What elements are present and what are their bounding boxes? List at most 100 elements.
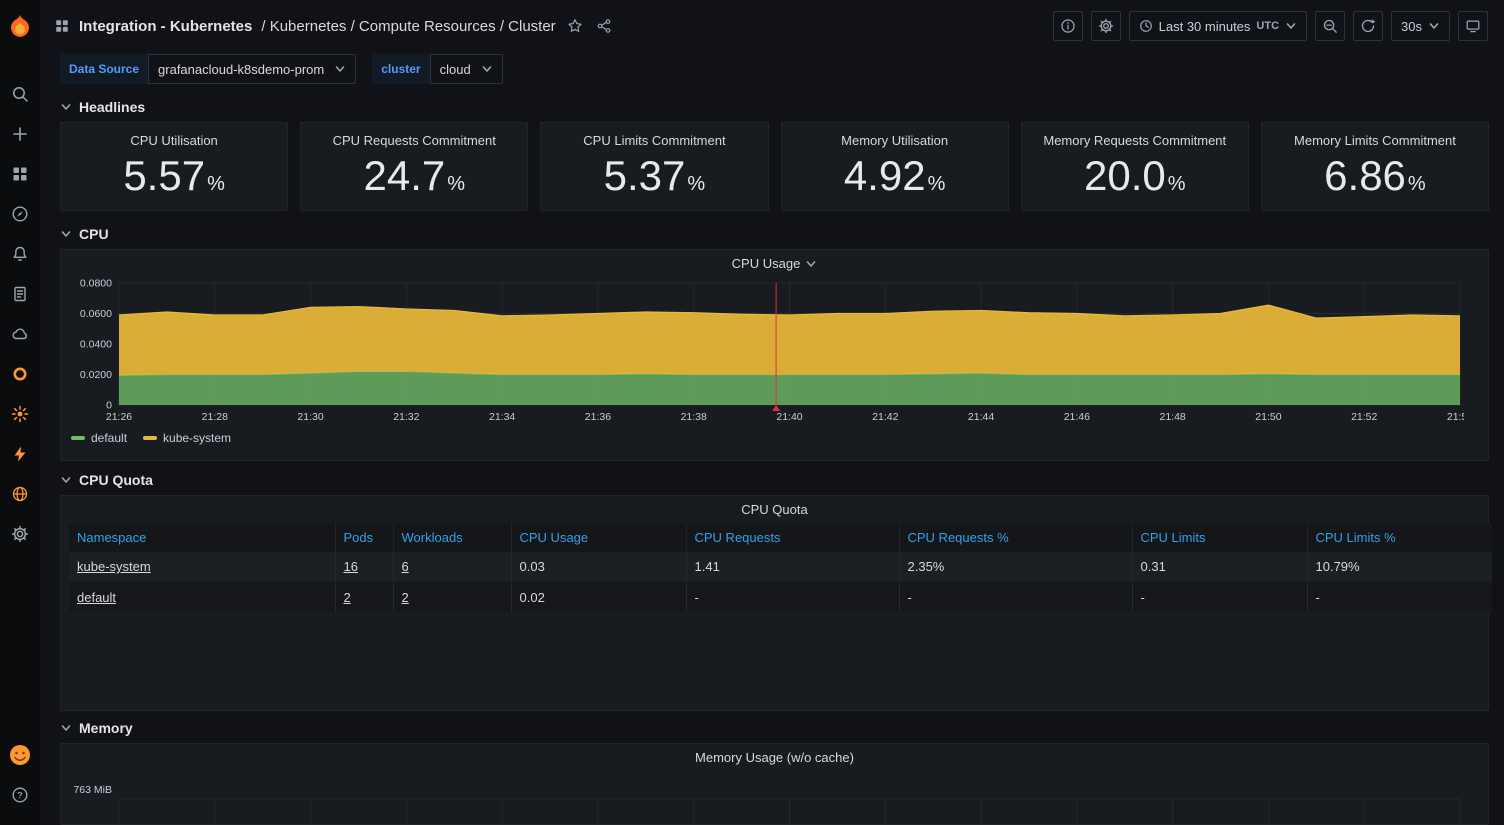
datasource-picker[interactable]: grafanacloud-k8sdemo-prom [148,54,356,84]
sidebar-item-alerting[interactable] [0,234,40,274]
star-icon [567,18,583,34]
time-range-label: Last 30 minutes [1159,19,1251,34]
globe-icon [11,485,29,503]
sidebar-item-help[interactable]: ? [0,775,40,815]
cpu-usage-panel: CPU Usage 00.02000.04000.06000.080021:26… [60,249,1489,461]
panel-title-cpu-quota[interactable]: CPU Quota [69,496,1480,523]
legend-item[interactable]: kube-system [143,431,231,445]
share-dashboard-button[interactable] [594,16,614,36]
svg-text:763 MiB: 763 MiB [73,784,112,796]
stat-unit: % [207,174,225,195]
table-cell: 0.03 [511,552,686,582]
legend-item[interactable]: default [71,431,127,445]
sidebar-item-integration-ring[interactable] [0,354,40,394]
ring-icon [11,365,29,383]
sidebar-item-docs[interactable] [0,274,40,314]
plus-icon [11,125,29,143]
column-header[interactable]: Namespace [69,523,335,552]
stat-panel-title[interactable]: Memory Limits Commitment [1262,127,1488,154]
stat-panel: Memory Requests Commitment20.0% [1021,122,1249,211]
refresh-button[interactable] [1353,11,1383,41]
sidebar-item-dashboards[interactable] [0,154,40,194]
cpu-usage-chart[interactable]: 00.02000.04000.06000.080021:2621:2821:30… [61,277,1488,430]
chevron-down-icon [334,63,346,75]
svg-text:0.0200: 0.0200 [80,369,112,381]
column-header[interactable]: Workloads [393,523,511,552]
cycle-view-mode-button[interactable] [1458,11,1488,41]
cell-link[interactable]: default [77,590,116,605]
sun-icon [11,405,29,423]
column-header[interactable]: CPU Usage [511,523,686,552]
table-cell: - [686,582,899,613]
stat-panel-title[interactable]: CPU Limits Commitment [541,127,767,154]
svg-text:21:32: 21:32 [393,411,419,423]
zoom-out-icon [1322,18,1338,34]
zoom-out-time-button[interactable] [1315,11,1345,41]
sidebar-item-create[interactable] [0,114,40,154]
cluster-label: cluster [372,54,429,84]
cloud-icon [11,325,29,343]
table-cell: 6 [393,552,511,582]
svg-text:21:40: 21:40 [776,411,802,423]
section-headlines[interactable]: Headlines [60,92,1489,122]
section-memory[interactable]: Memory [60,713,1489,743]
stat-panel: CPU Requests Commitment24.7% [300,122,528,211]
sidebar-item-configuration[interactable] [0,514,40,554]
chevron-down-icon [60,101,72,113]
search-icon [11,85,29,103]
cell-link[interactable]: 6 [402,559,409,574]
legend-label: kube-system [163,431,231,445]
column-header[interactable]: CPU Limits % [1307,523,1492,552]
cpu-usage-chart-svg[interactable]: 00.02000.04000.06000.080021:2621:2821:30… [69,277,1464,425]
panel-title-memory[interactable]: Memory Usage (w/o cache) [61,744,1488,771]
stat-value: 6.86% [1324,154,1426,198]
panel-title-cpu-usage[interactable]: CPU Usage [61,250,1488,277]
refresh-interval-picker[interactable]: 30s [1391,11,1450,41]
column-header[interactable]: CPU Requests [686,523,899,552]
gear-icon [1098,18,1114,34]
section-title: CPU [79,226,109,242]
cell-link[interactable]: kube-system [77,559,151,574]
section-cpu-quota[interactable]: CPU Quota [60,465,1489,495]
svg-text:21:34: 21:34 [489,411,515,423]
sidebar-item-integration-bolt[interactable] [0,434,40,474]
refresh-icon [1360,18,1376,34]
grafana-logo-icon [7,13,33,39]
column-header[interactable]: Pods [335,523,393,552]
star-dashboard-button[interactable] [565,16,585,36]
legend-label: default [91,431,127,445]
sidebar-item-cloud[interactable] [0,314,40,354]
memory-chart-svg[interactable]: 763 MiB [69,771,1464,825]
stat-panel-title[interactable]: Memory Utilisation [782,127,1008,154]
sidebar-item-grafana-logo[interactable] [0,6,40,46]
cell-link[interactable]: 16 [344,559,358,574]
stats-row: CPU Utilisation5.57%CPU Requests Commitm… [60,122,1489,211]
cell-link[interactable]: 2 [402,590,409,605]
sidebar-item-integration-sun[interactable] [0,394,40,434]
column-header[interactable]: CPU Requests % [899,523,1132,552]
chevron-down-icon [60,722,72,734]
time-range-picker[interactable]: Last 30 minutes UTC [1129,11,1307,41]
sidebar-item-search[interactable] [0,74,40,114]
refresh-interval-label: 30s [1401,19,1422,34]
sidebar-item-integration-globe[interactable] [0,474,40,514]
doc-icon [11,285,29,303]
table-cell: default [69,582,335,613]
cluster-picker[interactable]: cloud [430,54,503,84]
sidebar-item-profile[interactable] [0,735,40,775]
stat-panel: Memory Limits Commitment6.86% [1261,122,1489,211]
dashboard-settings-button[interactable] [1091,11,1121,41]
sidebar-item-explore[interactable] [0,194,40,234]
memory-chart[interactable]: 763 MiB [61,771,1488,825]
stat-panel-title[interactable]: CPU Requests Commitment [301,127,527,154]
stat-panel-title[interactable]: Memory Requests Commitment [1022,127,1248,154]
cell-link[interactable]: 2 [344,590,351,605]
table-cell: - [1307,582,1492,613]
table-cell: kube-system [69,552,335,582]
dashboard-insights-button[interactable] [1053,11,1083,41]
breadcrumb-folder: Integration - Kubernetes [79,18,252,35]
section-cpu[interactable]: CPU [60,219,1489,249]
stat-panel-title[interactable]: CPU Utilisation [61,127,287,154]
column-header[interactable]: CPU Limits [1132,523,1307,552]
section-title: Memory [79,720,133,736]
